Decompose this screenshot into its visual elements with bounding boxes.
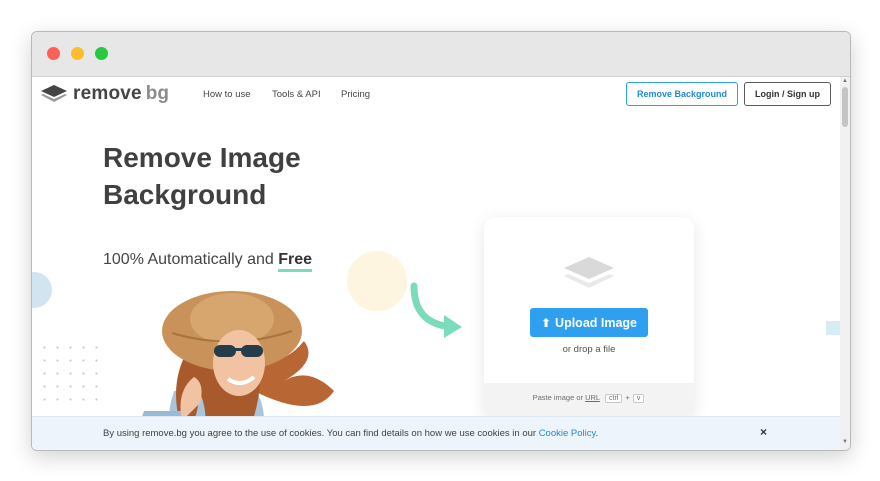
scroll-up-icon[interactable]: ▲: [842, 78, 848, 84]
close-icon[interactable]: ×: [760, 425, 767, 439]
web-page: remove bg How to use Tools & API Pricing…: [32, 77, 850, 450]
remove-background-button[interactable]: Remove Background: [626, 82, 738, 106]
hero-title-line1: Remove Image: [103, 142, 301, 173]
hero-subtitle-free: Free: [278, 251, 313, 272]
upload-image-button[interactable]: ⬆ Upload Image: [530, 308, 648, 337]
upload-image-label: Upload Image: [555, 315, 638, 330]
v-key: v: [632, 394, 645, 403]
cookie-suffix: .: [595, 428, 599, 439]
paste-url-link[interactable]: URL: [585, 393, 600, 402]
decorative-circle-blue: [32, 272, 52, 308]
drop-file-text: or drop a file: [562, 344, 616, 355]
plus-sign: +: [625, 393, 630, 402]
logo[interactable]: remove bg: [41, 83, 169, 105]
logo-text-secondary: bg: [145, 83, 170, 104]
page-scrollbar[interactable]: ▲ ▼: [840, 77, 850, 450]
nav-link-how-to-use[interactable]: How to use: [203, 89, 251, 100]
hero-subtitle: 100% Automatically and Free: [103, 251, 313, 272]
scroll-thumb[interactable]: [842, 87, 848, 127]
cookie-policy-link[interactable]: Cookie Policy: [539, 428, 596, 439]
minimize-window-button[interactable]: [71, 47, 84, 60]
arrow-icon: [410, 282, 462, 338]
cookie-message: By using remove.bg you agree to the use …: [103, 428, 539, 439]
cookie-banner: By using remove.bg you agree to the use …: [32, 416, 840, 450]
close-window-button[interactable]: [47, 47, 60, 60]
login-signup-button[interactable]: Login / Sign up: [744, 82, 831, 106]
paste-prefix: Paste image or: [532, 393, 586, 402]
maximize-window-button[interactable]: [95, 47, 108, 60]
logo-text-primary: remove: [73, 83, 142, 104]
nav-link-tools-api[interactable]: Tools & API: [272, 89, 321, 100]
decorative-dots: [38, 341, 102, 411]
top-navbar: remove bg How to use Tools & API Pricing…: [32, 77, 840, 111]
layers-icon: [564, 257, 614, 288]
hero-title-line2: Background: [103, 179, 267, 210]
nav-link-pricing[interactable]: Pricing: [341, 89, 370, 100]
decorative-square: [826, 321, 840, 335]
decorative-circle-yellow: [347, 251, 407, 311]
cookie-text: By using remove.bg you agree to the use …: [103, 428, 598, 439]
paste-hint: Paste image or URL ctrl + v: [484, 393, 694, 403]
title-bar: [32, 32, 850, 77]
upload-card[interactable]: ⬆ Upload Image or drop a file Paste imag…: [484, 217, 694, 417]
scroll-down-icon[interactable]: ▼: [842, 439, 848, 445]
paste-footer: Paste image or URL ctrl + v: [484, 383, 694, 417]
ctrl-key: ctrl: [605, 394, 623, 403]
browser-window: remove bg How to use Tools & API Pricing…: [31, 31, 851, 451]
hero-title: Remove Image Background: [103, 139, 301, 213]
layers-logo-icon: [41, 85, 67, 102]
upload-icon: ⬆: [540, 315, 552, 330]
hero-subtitle-prefix: 100% Automatically and: [103, 251, 279, 268]
